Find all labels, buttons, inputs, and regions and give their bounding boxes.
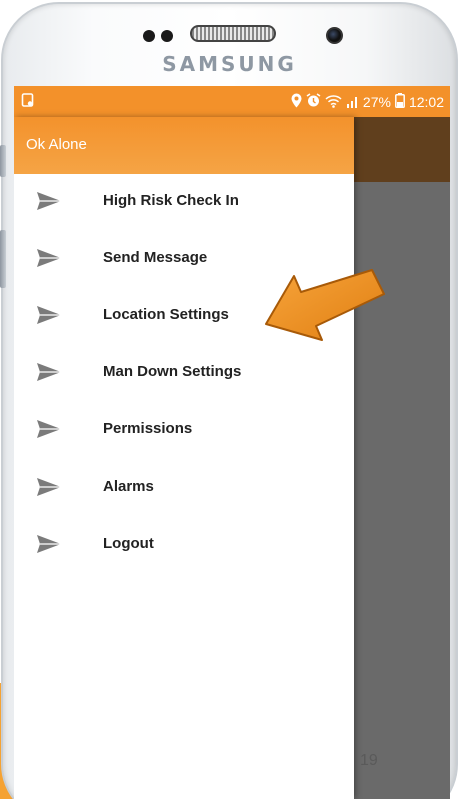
- send-icon: [37, 306, 61, 324]
- app-toolbar-behind-scrim: [354, 117, 450, 182]
- menu-item-label: Man Down Settings: [103, 363, 242, 380]
- front-camera: [326, 27, 343, 44]
- notification-icon: [21, 93, 35, 111]
- menu-item-high-risk-check-in[interactable]: High Risk Check In: [14, 180, 354, 222]
- sensor-dot: [143, 30, 155, 42]
- menu-item-man-down-settings[interactable]: Man Down Settings: [14, 351, 354, 393]
- send-icon: [37, 363, 61, 381]
- pointer-arrow-icon: [265, 269, 385, 341]
- wifi-icon: [325, 94, 342, 111]
- sensor-dot: [161, 30, 173, 42]
- signal-icon: [346, 94, 359, 111]
- background-partial-text: 19: [360, 752, 378, 769]
- send-icon: [37, 478, 61, 496]
- volume-up-button: [0, 145, 6, 177]
- send-icon: [37, 192, 61, 210]
- phone-screen: 27% 12:02 19 Ok Alone High Risk Check In…: [14, 86, 450, 799]
- menu-item-alarms[interactable]: Alarms: [14, 466, 354, 508]
- location-icon: [291, 93, 302, 111]
- drawer-header: Ok Alone: [14, 117, 354, 174]
- drawer-title: Ok Alone: [26, 136, 87, 153]
- menu-item-label: Location Settings: [103, 306, 229, 323]
- volume-down-button: [0, 230, 6, 288]
- status-time: 12:02: [408, 94, 444, 110]
- status-bar: 27% 12:02: [14, 86, 450, 117]
- battery-percent: 27%: [362, 94, 391, 110]
- send-icon: [37, 535, 61, 553]
- earpiece-speaker: [190, 25, 276, 42]
- menu-item-logout[interactable]: Logout: [14, 523, 354, 565]
- send-icon: [37, 420, 61, 438]
- menu-item-label: High Risk Check In: [103, 192, 239, 209]
- menu-item-label: Permissions: [103, 420, 193, 437]
- status-icons: 27% 12:02: [291, 93, 444, 111]
- alarm-icon: [306, 93, 321, 111]
- menu-item-label: Send Message: [103, 249, 208, 266]
- battery-icon: [395, 93, 405, 111]
- send-icon: [37, 249, 61, 267]
- device-brand: SAMSUNG: [162, 52, 297, 76]
- menu-item-permissions[interactable]: Permissions: [14, 408, 354, 450]
- menu-item-label: Logout: [103, 535, 154, 552]
- menu-item-label: Alarms: [103, 478, 154, 495]
- navigation-drawer: Ok Alone High Risk Check In Send Message…: [14, 117, 354, 799]
